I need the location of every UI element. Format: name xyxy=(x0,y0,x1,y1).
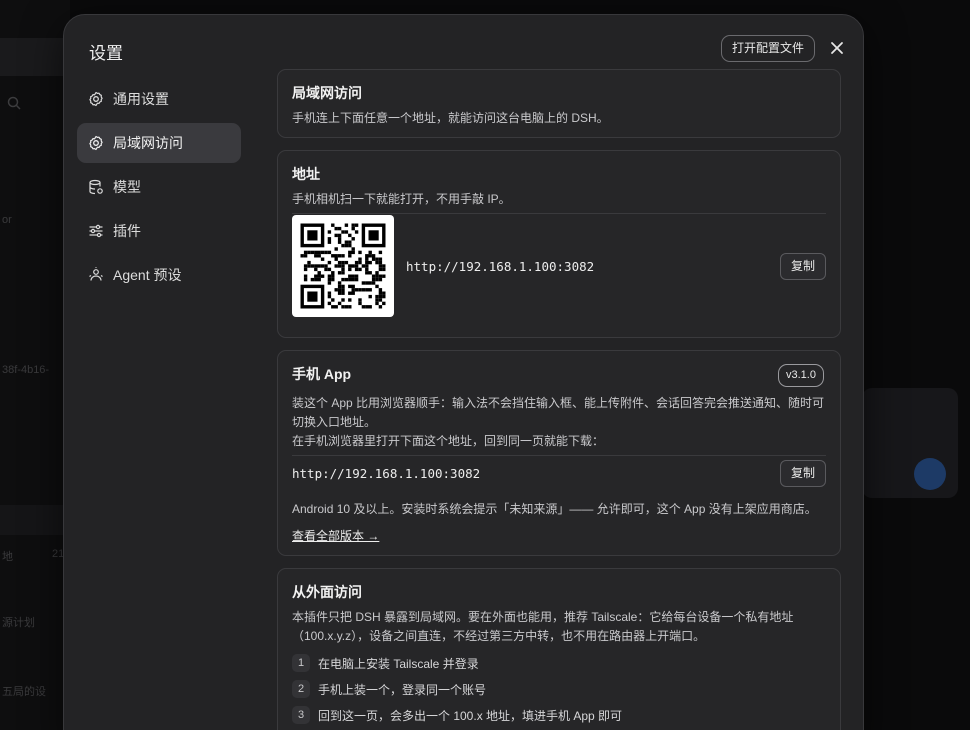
lan-access-description: 手机连上下面任意一个地址，就能访问这台电脑上的 DSH。 xyxy=(292,111,609,125)
lan-access-title: 局域网访问 xyxy=(292,85,362,101)
background-text: 五局的设 xyxy=(2,686,46,698)
background-send-button xyxy=(914,458,946,490)
background-text: 地 xyxy=(2,551,13,563)
address-title: 地址 xyxy=(292,166,320,182)
gear-icon xyxy=(89,91,103,107)
sidebar-item-plugins[interactable]: 插件 xyxy=(77,211,241,251)
address-url: http://192.168.1.100:3082 xyxy=(406,259,595,274)
step-number: 1 xyxy=(292,654,310,672)
sidebar-item-label: 局域网访问 xyxy=(113,135,183,151)
settings-modal: 设置 打开配置文件 通用设置 局域网访问 模型 插件 Agent 预设 局域网访… xyxy=(63,14,864,730)
sidebar-item-lan-access[interactable]: 局域网访问 xyxy=(77,123,241,163)
download-url: http://192.168.1.100:3082 xyxy=(292,466,481,481)
divider xyxy=(292,213,826,214)
sidebar-item-general[interactable]: 通用设置 xyxy=(77,79,241,119)
sidebar-item-models[interactable]: 模型 xyxy=(77,167,241,207)
qr-code xyxy=(292,215,394,317)
gear-icon xyxy=(89,135,103,151)
settings-sidebar: 通用设置 局域网访问 模型 插件 Agent 预设 xyxy=(77,79,241,299)
list-item: 3 回到这一页，会多出一个 100.x 地址，填进手机 App 即可 xyxy=(292,706,826,724)
mobile-app-card: 手机 App v3.1.0 装这个 App 比用浏览器顺手：输入法不会挡住输入框… xyxy=(277,350,841,556)
divider xyxy=(292,455,826,456)
remote-access-description: 本插件只把 DSH 暴露到局域网。要在外面也能用，推荐 Tailscale：它给… xyxy=(292,610,794,643)
background-text: or xyxy=(2,214,12,226)
copy-download-url-button[interactable]: 复制 xyxy=(780,460,827,487)
mobile-app-instructions: 在手机浏览器里打开下面这个地址，回到同一页就能下载： xyxy=(292,434,605,448)
sidebar-item-label: 插件 xyxy=(113,223,141,239)
background-row xyxy=(0,505,70,535)
step-text: 回到这一页，会多出一个 100.x 地址，填进手机 App 即可 xyxy=(318,708,623,723)
background-text: 源计划 xyxy=(2,617,35,629)
address-description: 手机相机扫一下就能打开，不用手敲 IP。 xyxy=(292,192,511,206)
modal-title: 设置 xyxy=(89,44,123,63)
step-text: 手机上装一个，登录同一个账号 xyxy=(318,682,487,697)
all-versions-link[interactable]: 查看全部版本 → xyxy=(292,527,379,544)
list-item: 2 手机上装一个，登录同一个账号 xyxy=(292,680,826,698)
lan-access-card: 局域网访问 手机连上下面任意一个地址，就能访问这台电脑上的 DSH。 xyxy=(277,69,841,138)
sidebar-item-label: 通用设置 xyxy=(113,91,169,107)
copy-address-button[interactable]: 复制 xyxy=(780,253,827,280)
remote-access-title: 从外面访问 xyxy=(292,584,362,600)
step-number: 3 xyxy=(292,706,310,724)
list-item: 1 在电脑上安装 Tailscale 并登录 xyxy=(292,654,826,672)
close-icon[interactable] xyxy=(828,39,846,57)
open-config-button[interactable]: 打开配置文件 xyxy=(721,35,816,62)
remote-access-card: 从外面访问 本插件只把 DSH 暴露到局域网。要在外面也能用，推荐 Tailsc… xyxy=(277,568,841,730)
step-number: 2 xyxy=(292,680,310,698)
address-card: 地址 手机相机扫一下就能打开，不用手敲 IP。 http://192.168.1… xyxy=(277,150,841,338)
mobile-app-description: 装这个 App 比用浏览器顺手：输入法不会挡住输入框、能上传附件、会话回答完会推… xyxy=(292,396,825,429)
version-badge: v3.1.0 xyxy=(778,364,824,387)
mobile-app-title: 手机 App xyxy=(292,366,352,382)
sidebar-item-agent-presets[interactable]: Agent 预设 xyxy=(77,255,241,295)
step-text: 在电脑上安装 Tailscale 并登录 xyxy=(318,656,479,671)
database-icon xyxy=(89,179,103,195)
agent-icon xyxy=(89,267,103,281)
sidebar-item-label: Agent 预设 xyxy=(113,267,182,283)
background-search-icon xyxy=(7,96,21,110)
sidebar-item-label: 模型 xyxy=(113,179,141,195)
android-note: Android 10 及以上。安装时系统会提示「未知来源」—— 允许即可，这个 … xyxy=(292,502,817,516)
background-text: 38f-4b16- xyxy=(2,364,50,376)
background-selected-row xyxy=(0,38,70,76)
sliders-icon xyxy=(89,224,103,238)
